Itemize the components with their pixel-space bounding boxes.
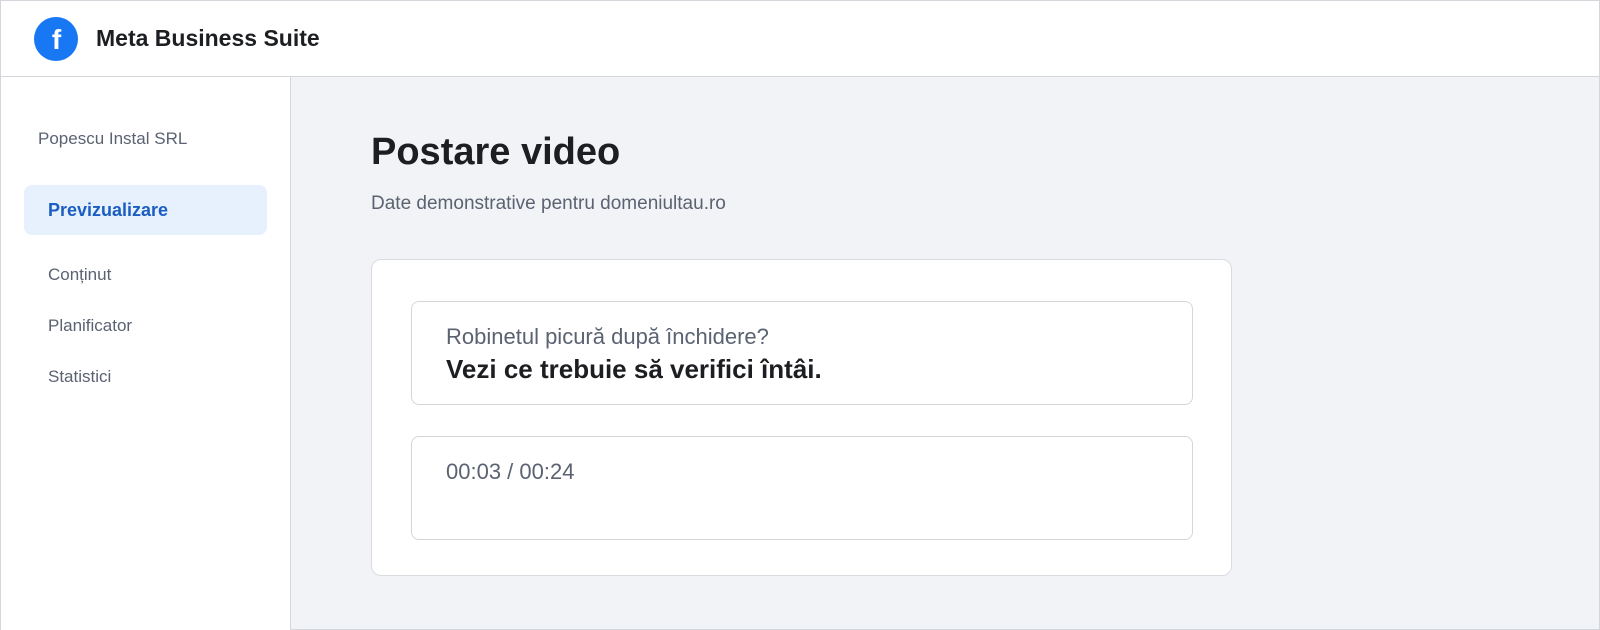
sidebar-item-statistici[interactable]: Statistici [48,367,111,387]
video-post-card: Robinetul picură după închidere? Vezi ce… [371,259,1232,576]
sidebar-item-label: Previzualizare [48,199,169,220]
facebook-logo-icon[interactable]: f [34,16,78,61]
caption-box[interactable]: Robinetul picură după închidere? Vezi ce… [411,301,1193,405]
sidebar: Popescu Instal SRL Previzualizare Conțin… [1,77,291,630]
app-title: Meta Business Suite [96,25,320,51]
main-content: Postare video Date demonstrative pentru … [292,77,1599,629]
top-bar: f Meta Business Suite [1,1,1599,77]
video-player[interactable]: 00:03 / 00:24 [411,436,1193,540]
sidebar-item-continut[interactable]: Conținut [48,265,111,285]
sidebar-item-planificator[interactable]: Planificator [48,316,132,336]
sidebar-item-previzualizare[interactable]: Previzualizare [24,185,267,235]
caption-question: Robinetul picură după închidere? [446,324,769,349]
caption-headline: Vezi ce trebuie să verifici întâi. [446,354,822,384]
page-title: Postare video [371,131,621,173]
video-timecode: 00:03 / 00:24 [446,459,575,484]
logo-letter: f [51,23,62,55]
account-name: Popescu Instal SRL [38,129,188,148]
page-subtitle: Date demonstrative pentru domeniultau.ro [371,193,726,214]
app-window: f Meta Business Suite Popescu Instal SRL… [0,0,1600,630]
